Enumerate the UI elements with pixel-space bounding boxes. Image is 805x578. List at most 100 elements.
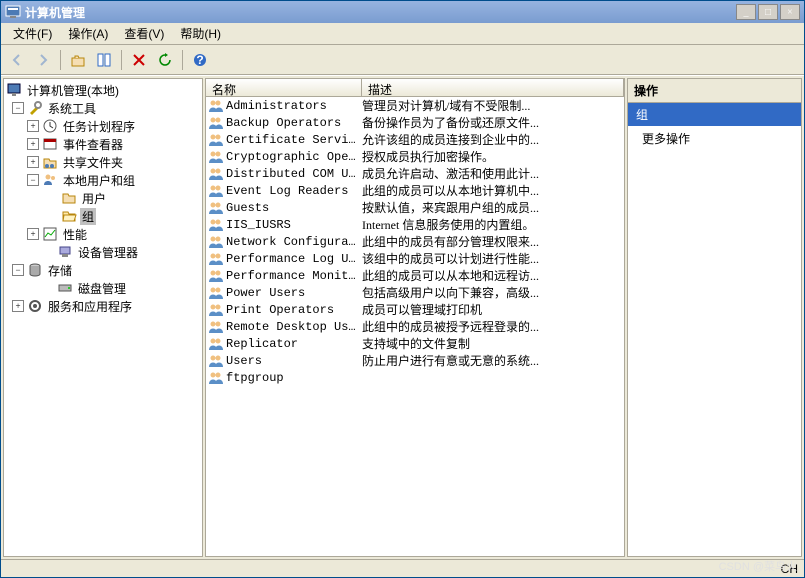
group-icon bbox=[208, 336, 226, 352]
list-row[interactable]: Backup Operators备份操作员为了备份或还原文件... bbox=[206, 114, 624, 131]
row-name: ftpgroup bbox=[226, 371, 284, 385]
refresh-icon bbox=[157, 52, 173, 68]
tools-icon bbox=[27, 100, 43, 116]
disk-icon bbox=[57, 280, 73, 296]
list-row[interactable]: Network Configurat...此组中的成员有部分管理权限来... bbox=[206, 233, 624, 250]
tree-system-tools[interactable]: − 系统工具 bbox=[6, 99, 200, 117]
toolbar: ? bbox=[1, 45, 804, 75]
row-desc: 管理员对计算机/域有不受限制... bbox=[362, 97, 624, 114]
tree-event-viewer[interactable]: + 事件查看器 bbox=[6, 135, 200, 153]
row-desc: 成员可以管理域打印机 bbox=[362, 301, 624, 318]
group-icon bbox=[208, 302, 226, 318]
list-row[interactable]: Print Operators 成员可以管理域打印机 bbox=[206, 301, 624, 318]
action-more[interactable]: 更多操作 bbox=[628, 126, 801, 151]
group-icon bbox=[208, 217, 226, 233]
device-icon bbox=[57, 244, 73, 260]
list-row[interactable]: Remote Desktop Users此组中的成员被授予远程登录的... bbox=[206, 318, 624, 335]
group-icon bbox=[208, 370, 226, 386]
row-desc: 授权成员执行加密操作。 bbox=[362, 148, 624, 165]
minimize-button[interactable]: _ bbox=[736, 4, 756, 20]
app-icon bbox=[5, 4, 21, 20]
list-row[interactable]: Performance Log Users该组中的成员可以计划进行性能... bbox=[206, 250, 624, 267]
storage-icon bbox=[27, 262, 43, 278]
row-name: Network Configurat... bbox=[226, 235, 362, 249]
row-name: Event Log Readers bbox=[226, 184, 348, 198]
tree-services-apps[interactable]: + 服务和应用程序 bbox=[6, 297, 200, 315]
group-icon bbox=[208, 98, 226, 114]
list-row[interactable]: Performance Monito...此组的成员可以从本地和远程访... bbox=[206, 267, 624, 284]
list-header: 名称 描述 bbox=[206, 79, 624, 97]
row-name: Remote Desktop Users bbox=[226, 320, 362, 334]
row-desc: Internet 信息服务使用的内置组。 bbox=[362, 216, 624, 233]
help-button[interactable]: ? bbox=[188, 48, 212, 72]
svg-text:?: ? bbox=[196, 53, 203, 67]
up-button[interactable] bbox=[66, 48, 90, 72]
list-row[interactable]: IIS_IUSRSInternet 信息服务使用的内置组。 bbox=[206, 216, 624, 233]
menu-help[interactable]: 帮助(H) bbox=[172, 23, 229, 44]
row-name: Distributed COM Users bbox=[226, 167, 362, 181]
folder-open-icon bbox=[61, 208, 77, 224]
x-icon bbox=[131, 52, 147, 68]
group-icon bbox=[208, 251, 226, 267]
col-name[interactable]: 名称 bbox=[206, 79, 362, 96]
group-icon bbox=[208, 166, 226, 182]
refresh-button[interactable] bbox=[153, 48, 177, 72]
folder-up-icon bbox=[70, 52, 86, 68]
watermark: CSDN @菜鸟火 bbox=[719, 558, 797, 574]
row-name: Replicator bbox=[226, 337, 298, 351]
tree-users[interactable]: 用户 bbox=[6, 189, 200, 207]
group-icon bbox=[208, 268, 226, 284]
computer-icon bbox=[6, 82, 22, 98]
close-button[interactable]: × bbox=[780, 4, 800, 20]
group-icon bbox=[208, 183, 226, 199]
group-icon bbox=[208, 132, 226, 148]
tree-disk-management[interactable]: 磁盘管理 bbox=[6, 279, 200, 297]
row-desc: 此组中的成员被授予远程登录的... bbox=[362, 318, 624, 335]
menubar: 文件(F) 操作(A) 查看(V) 帮助(H) bbox=[1, 23, 804, 45]
tree-task-scheduler[interactable]: + 任务计划程序 bbox=[6, 117, 200, 135]
tree-shared-folders[interactable]: + 共享文件夹 bbox=[6, 153, 200, 171]
event-icon bbox=[42, 136, 58, 152]
tree-groups[interactable]: 组 bbox=[6, 207, 200, 225]
tree-root[interactable]: 计算机管理(本地) bbox=[6, 81, 200, 99]
list-row[interactable]: Replicator支持域中的文件复制 bbox=[206, 335, 624, 352]
actions-header: 操作 bbox=[628, 79, 801, 103]
menu-action[interactable]: 操作(A) bbox=[60, 23, 116, 44]
list-row[interactable]: Event Log Readers此组的成员可以从本地计算机中... bbox=[206, 182, 624, 199]
tree-local-users-groups[interactable]: − 本地用户和组 bbox=[6, 171, 200, 189]
row-desc: 此组中的成员有部分管理权限来... bbox=[362, 233, 624, 250]
group-icon bbox=[208, 353, 226, 369]
tree-performance[interactable]: + 性能 bbox=[6, 225, 200, 243]
help-icon: ? bbox=[192, 52, 208, 68]
row-desc: 备份操作员为了备份或还原文件... bbox=[362, 114, 624, 131]
list-body[interactable]: Administrators管理员对计算机/域有不受限制...Backup Op… bbox=[206, 97, 624, 556]
folder-icon bbox=[61, 190, 77, 206]
list-row[interactable]: Cryptographic Oper...授权成员执行加密操作。 bbox=[206, 148, 624, 165]
col-desc[interactable]: 描述 bbox=[362, 79, 624, 96]
users-groups-icon bbox=[42, 172, 58, 188]
list-row[interactable]: Administrators管理员对计算机/域有不受限制... bbox=[206, 97, 624, 114]
tree-storage[interactable]: − 存储 bbox=[6, 261, 200, 279]
row-desc: 该组中的成员可以计划进行性能... bbox=[362, 250, 624, 267]
maximize-button[interactable]: □ bbox=[758, 4, 778, 20]
delete-button[interactable] bbox=[127, 48, 151, 72]
menu-file[interactable]: 文件(F) bbox=[5, 23, 60, 44]
clock-icon bbox=[42, 118, 58, 134]
list-row[interactable]: Distributed COM Users成员允许启动、激活和使用此计... bbox=[206, 165, 624, 182]
menu-view[interactable]: 查看(V) bbox=[116, 23, 172, 44]
list-pane: 名称 描述 Administrators管理员对计算机/域有不受限制...Bac… bbox=[205, 78, 625, 557]
list-row[interactable]: Certificate Servic...允许该组的成员连接到企业中的... bbox=[206, 131, 624, 148]
actions-pane: 操作 组 更多操作 bbox=[627, 78, 802, 557]
forward-button bbox=[31, 48, 55, 72]
services-icon bbox=[27, 298, 43, 314]
tree-device-manager[interactable]: 设备管理器 bbox=[6, 243, 200, 261]
show-hide-button[interactable] bbox=[92, 48, 116, 72]
list-row[interactable]: Power Users包括高级用户以向下兼容，高级... bbox=[206, 284, 624, 301]
list-row[interactable]: ftpgroup bbox=[206, 369, 624, 386]
row-desc: 成员允许启动、激活和使用此计... bbox=[362, 165, 624, 182]
list-row[interactable]: Guests按默认值，来宾跟用户组的成员... bbox=[206, 199, 624, 216]
row-name: Print Operators bbox=[226, 303, 334, 317]
arrow-right-icon bbox=[35, 52, 51, 68]
list-row[interactable]: Users防止用户进行有意或无意的系统... bbox=[206, 352, 624, 369]
row-name: Performance Monito... bbox=[226, 269, 362, 283]
